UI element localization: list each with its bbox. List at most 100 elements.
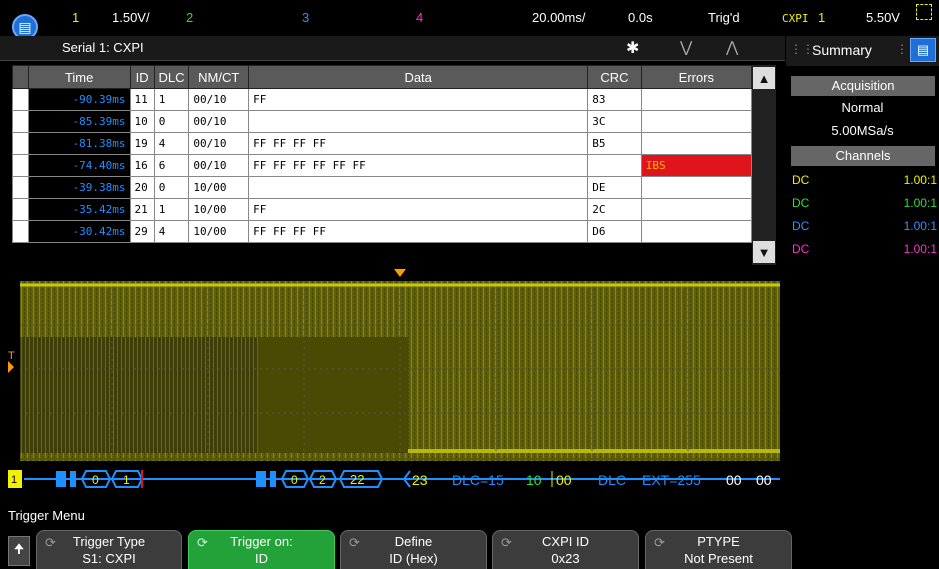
- cell-dlc: 4: [153, 132, 190, 155]
- cell-nmct: 00/10: [188, 154, 250, 177]
- ch3-number[interactable]: 3: [302, 10, 309, 25]
- cell-crc: 2C: [587, 198, 642, 221]
- cell-id: 21: [129, 198, 155, 221]
- scroll-down-button[interactable]: ▼: [753, 241, 775, 263]
- bus-packet-block: [270, 471, 276, 487]
- cell-nmct: 10/00: [188, 220, 250, 243]
- cell-data: [248, 176, 589, 199]
- bus-packet-block: [70, 471, 76, 487]
- menu-back-button[interactable]: 🠉: [8, 536, 30, 566]
- tab-summary[interactable]: Summary: [812, 42, 872, 58]
- cell-data: FF: [248, 88, 589, 111]
- cell-data: FF FF FF FF FF FF: [248, 154, 589, 177]
- ch1-scale[interactable]: 1.50V/: [112, 10, 150, 25]
- bus-packet-block: [56, 471, 66, 487]
- chevron-double-down-icon[interactable]: ⋁: [680, 38, 692, 56]
- bus-value-label: 00: [556, 472, 572, 488]
- cell-time: -39.38ms: [27, 176, 131, 199]
- chevron-double-up-icon[interactable]: ⋀: [726, 38, 738, 56]
- table-scrollbar[interactable]: ▲ ▼: [752, 65, 776, 265]
- row-select-cell[interactable]: [12, 110, 29, 133]
- timebase-scale[interactable]: 20.00ms/: [532, 10, 585, 25]
- bus-packet-block: [256, 471, 266, 487]
- bus-value-label: 00: [756, 472, 772, 488]
- table-header-row: Time ID DLC NM/CT Data CRC Errors: [12, 65, 753, 89]
- cell-dlc: 4: [153, 220, 190, 243]
- cell-nmct: 00/10: [188, 88, 250, 111]
- cell-time: -30.42ms: [27, 220, 131, 243]
- arrow-down-icon: ▼: [757, 244, 771, 260]
- column-header-time: Time: [27, 65, 131, 89]
- row-select-cell[interactable]: [12, 220, 29, 243]
- serial-lister-title: Serial 1: CXPI: [62, 40, 144, 55]
- trigger-protocol[interactable]: CXPI: [782, 12, 809, 25]
- sidebar-menu-button[interactable]: ▤: [910, 38, 936, 62]
- table-row[interactable]: -85.39ms 10 0 00/10 3C: [12, 110, 753, 133]
- waveform-display[interactable]: T 1 0 1 0 2 22 23 DLC=15 10 00 DLC EXT=2…: [8, 267, 780, 502]
- softkey-trigger-type[interactable]: ⟳ Trigger Type S1: CXPI: [36, 530, 182, 569]
- cell-errors: [640, 198, 753, 221]
- cell-crc: B5: [587, 132, 642, 155]
- table-row[interactable]: -30.42ms 29 4 10/00 FF FF FF FF D6: [12, 220, 753, 243]
- cell-crc: 3C: [587, 110, 642, 133]
- table-row[interactable]: -35.42ms 21 1 10/00 FF 2C: [12, 198, 753, 221]
- cell-id: 20: [129, 176, 155, 199]
- softkey-value: ID: [255, 551, 268, 566]
- trigger-source[interactable]: 1: [818, 10, 825, 25]
- knob-icon: ⟳: [45, 535, 56, 550]
- channel-probe-ratio: 1.00:1: [903, 242, 937, 256]
- table-row[interactable]: -74.40ms 16 6 00/10 FF FF FF FF FF FF IB…: [12, 154, 753, 177]
- softkey-ptype[interactable]: ⟳ PTYPE Not Present: [645, 530, 792, 569]
- drag-handle-icon[interactable]: ⋮⋮: [790, 42, 814, 56]
- channel-probe-ratio: 1.00:1: [903, 219, 937, 233]
- channel-3-info: DC 1.00:1: [792, 219, 937, 233]
- channel-1-info: DC 1.00:1: [792, 173, 937, 187]
- cell-dlc: 6: [153, 154, 190, 177]
- softkey-define[interactable]: ⟳ Define ID (Hex): [340, 530, 487, 569]
- bus-packet-label: 2: [319, 473, 326, 487]
- settings-gear-icon[interactable]: ✱: [626, 38, 639, 58]
- trigger-status: Trig'd: [708, 10, 740, 25]
- softkey-cxpi-id[interactable]: ⟳ CXPI ID 0x23: [492, 530, 639, 569]
- cell-dlc: 0: [153, 110, 190, 133]
- ch1-burst-region: [20, 337, 260, 453]
- row-select-cell[interactable]: [12, 198, 29, 221]
- softkey-trigger-on[interactable]: ⟳ Trigger on: ID: [188, 530, 335, 569]
- row-select-cell[interactable]: [12, 176, 29, 199]
- trigger-delay[interactable]: 0.0s: [628, 10, 653, 25]
- cell-id: 19: [129, 132, 155, 155]
- softkey-label: Trigger on:: [230, 534, 293, 549]
- column-header-errors: Errors: [640, 65, 753, 89]
- ch4-number[interactable]: 4: [416, 10, 423, 25]
- cell-errors: [640, 176, 753, 199]
- table-row[interactable]: -81.38ms 19 4 00/10 FF FF FF FF B5: [12, 132, 753, 155]
- column-header-select: [12, 65, 29, 89]
- cell-data: FF FF FF FF: [248, 220, 589, 243]
- cell-data: FF FF FF FF: [248, 132, 589, 155]
- softkey-value: ID (Hex): [389, 551, 438, 566]
- row-select-cell[interactable]: [12, 154, 29, 177]
- cell-crc: [587, 154, 642, 177]
- cell-nmct: 00/10: [188, 132, 250, 155]
- ch2-number[interactable]: 2: [186, 10, 193, 25]
- bus-dlc-label: DLC=15: [452, 472, 504, 488]
- cell-dlc: 1: [153, 88, 190, 111]
- table-row[interactable]: -39.38ms 20 0 10/00 DE: [12, 176, 753, 199]
- cell-time: -81.38ms: [27, 132, 131, 155]
- knob-icon: ⟳: [349, 535, 360, 550]
- knob-icon: ⟳: [501, 535, 512, 550]
- scroll-up-button[interactable]: ▲: [753, 67, 775, 89]
- cell-errors: [640, 220, 753, 243]
- row-select-cell[interactable]: [12, 132, 29, 155]
- cell-time: -35.42ms: [27, 198, 131, 221]
- trigger-level[interactable]: 5.50V: [866, 10, 900, 25]
- cell-crc: 83: [587, 88, 642, 111]
- trigger-edge-icon: [916, 4, 932, 20]
- column-header-data: Data: [248, 65, 589, 89]
- channel-probe-ratio: 1.00:1: [903, 196, 937, 210]
- softkey-label: PTYPE: [697, 534, 740, 549]
- table-row[interactable]: -90.39ms 11 1 00/10 FF 83: [12, 88, 753, 111]
- ch1-number[interactable]: 1: [72, 10, 79, 25]
- row-select-cell[interactable]: [12, 88, 29, 111]
- column-header-crc: CRC: [587, 65, 642, 89]
